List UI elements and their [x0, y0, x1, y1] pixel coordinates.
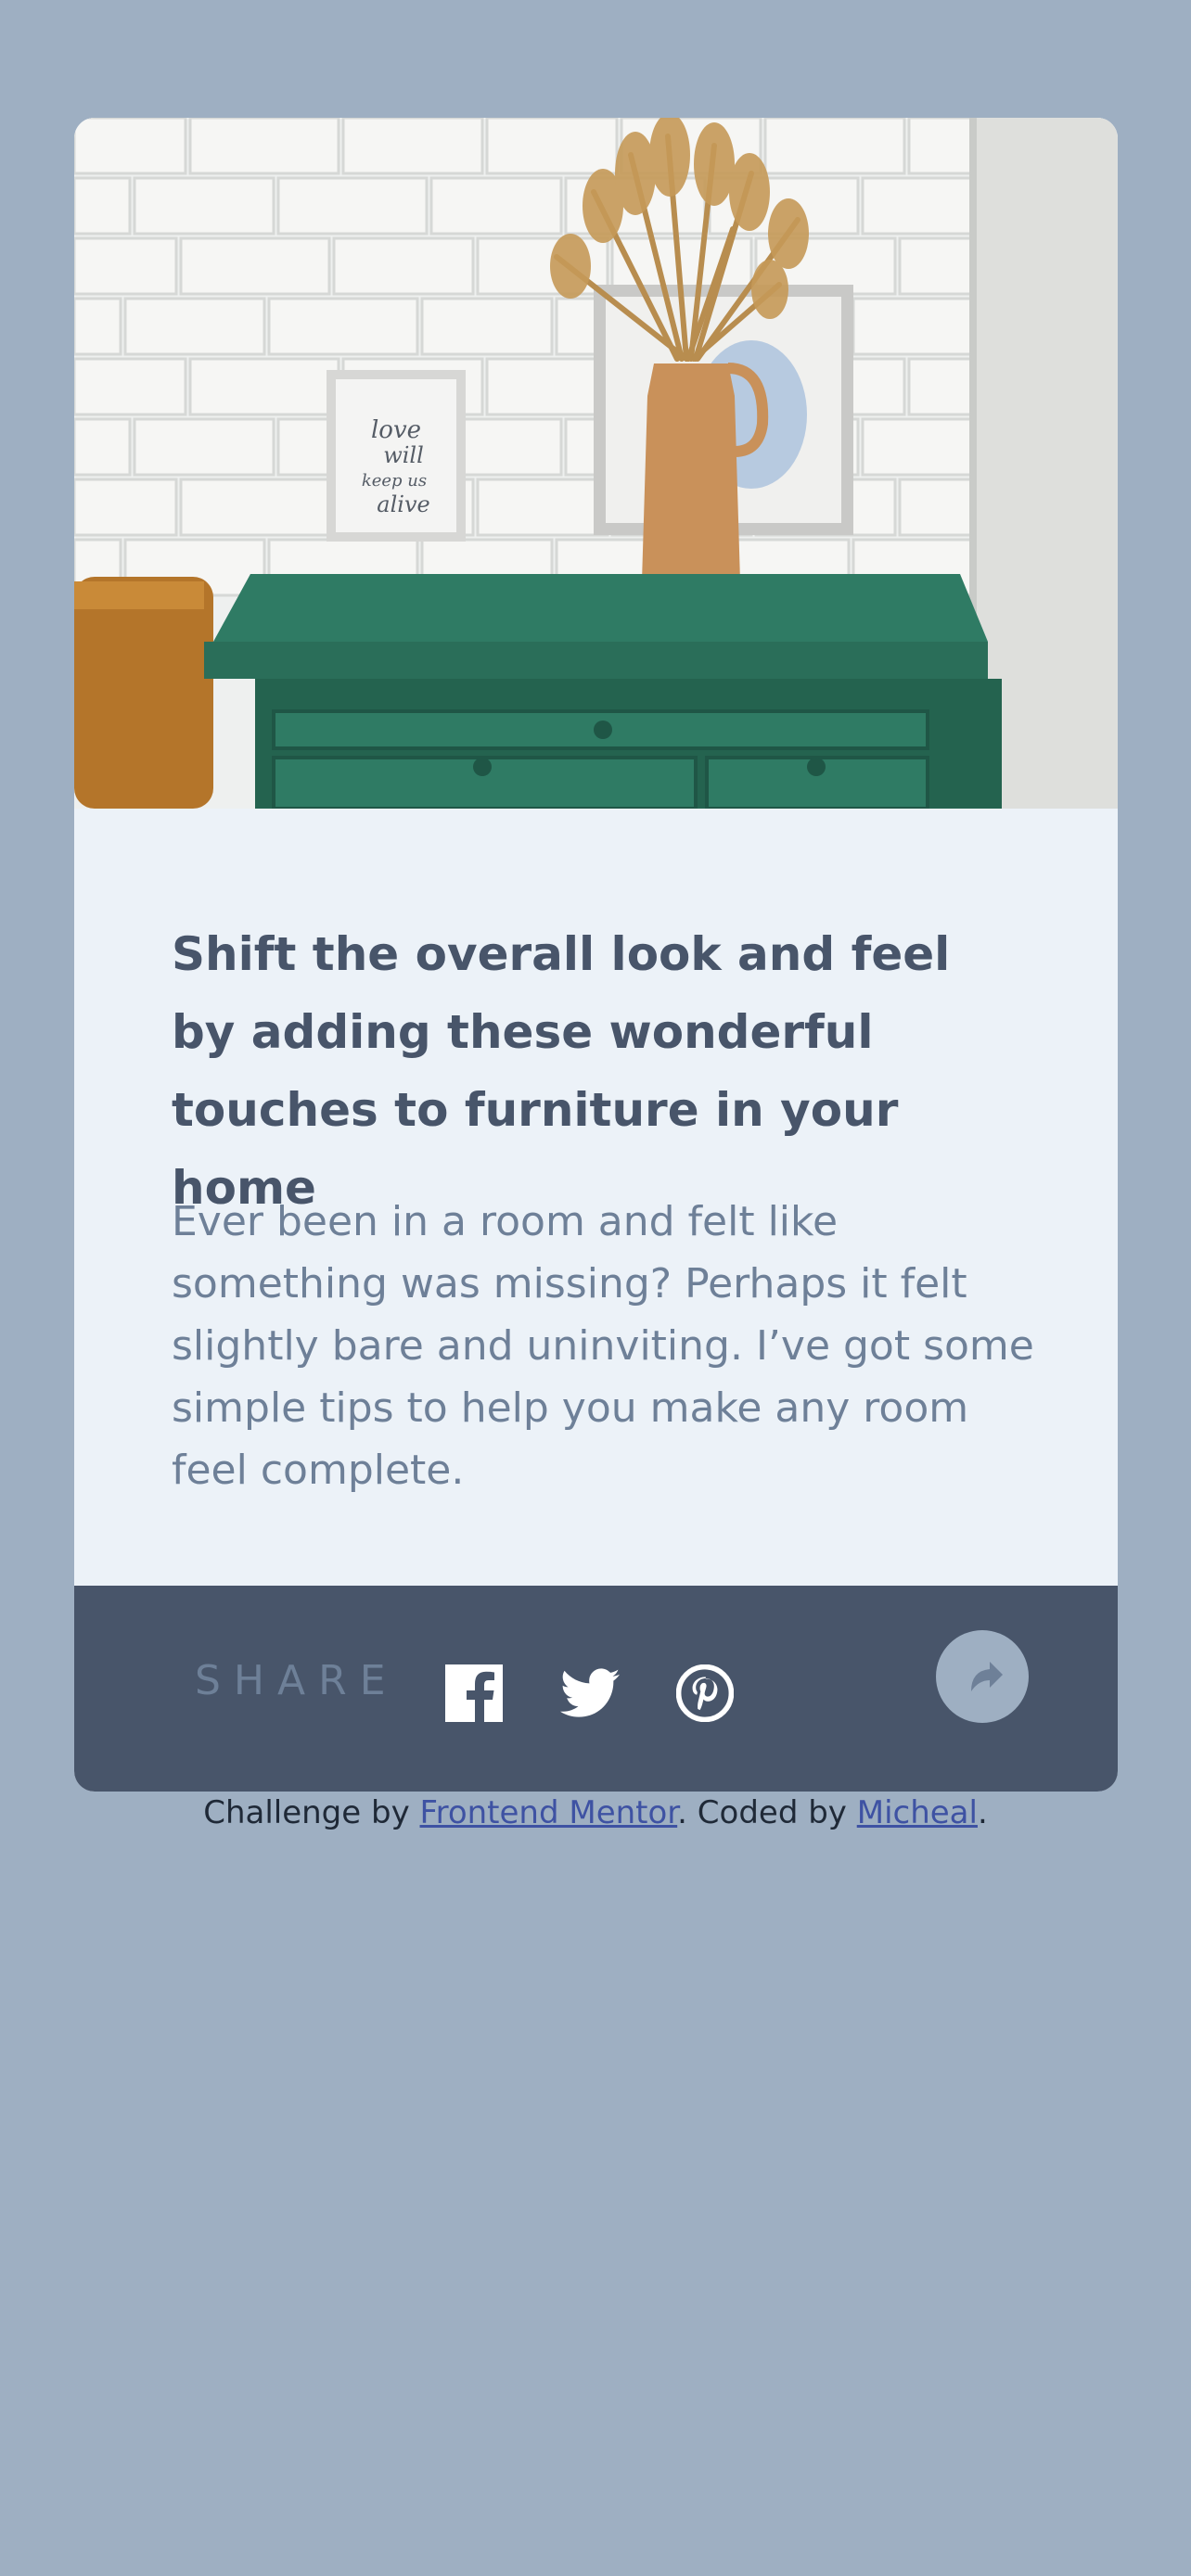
twitter-icon[interactable] — [560, 1667, 620, 1719]
article-title: Shift the overall look and feel by addin… — [172, 927, 951, 1215]
pinterest-icon[interactable] — [676, 1664, 734, 1722]
author-link[interactable]: Micheal — [857, 1794, 978, 1831]
share-label: SHARE — [195, 1657, 399, 1704]
attribution-prefix: Challenge by — [203, 1794, 420, 1831]
frame-text-alive: alive — [377, 491, 429, 517]
attribution: Challenge by Frontend Mentor. Coded by M… — [0, 1794, 1191, 1831]
hero-image: love will keep us alive — [74, 118, 1118, 809]
frame-text-love: love — [371, 416, 421, 444]
frame-text-will: will — [383, 442, 424, 468]
attribution-suffix: . — [977, 1794, 988, 1831]
facebook-icon[interactable] — [445, 1664, 503, 1722]
article-body: Ever been in a room and felt like someth… — [172, 1198, 1034, 1494]
attribution-middle: . Coded by — [677, 1794, 857, 1831]
frontend-mentor-link[interactable]: Frontend Mentor — [420, 1794, 678, 1831]
share-arrow-icon — [971, 1662, 1003, 1691]
frame-text-keep: keep us — [362, 471, 427, 491]
share-button[interactable] — [936, 1630, 1029, 1723]
article-card: love will keep us alive Shift the overal… — [74, 118, 1118, 1792]
